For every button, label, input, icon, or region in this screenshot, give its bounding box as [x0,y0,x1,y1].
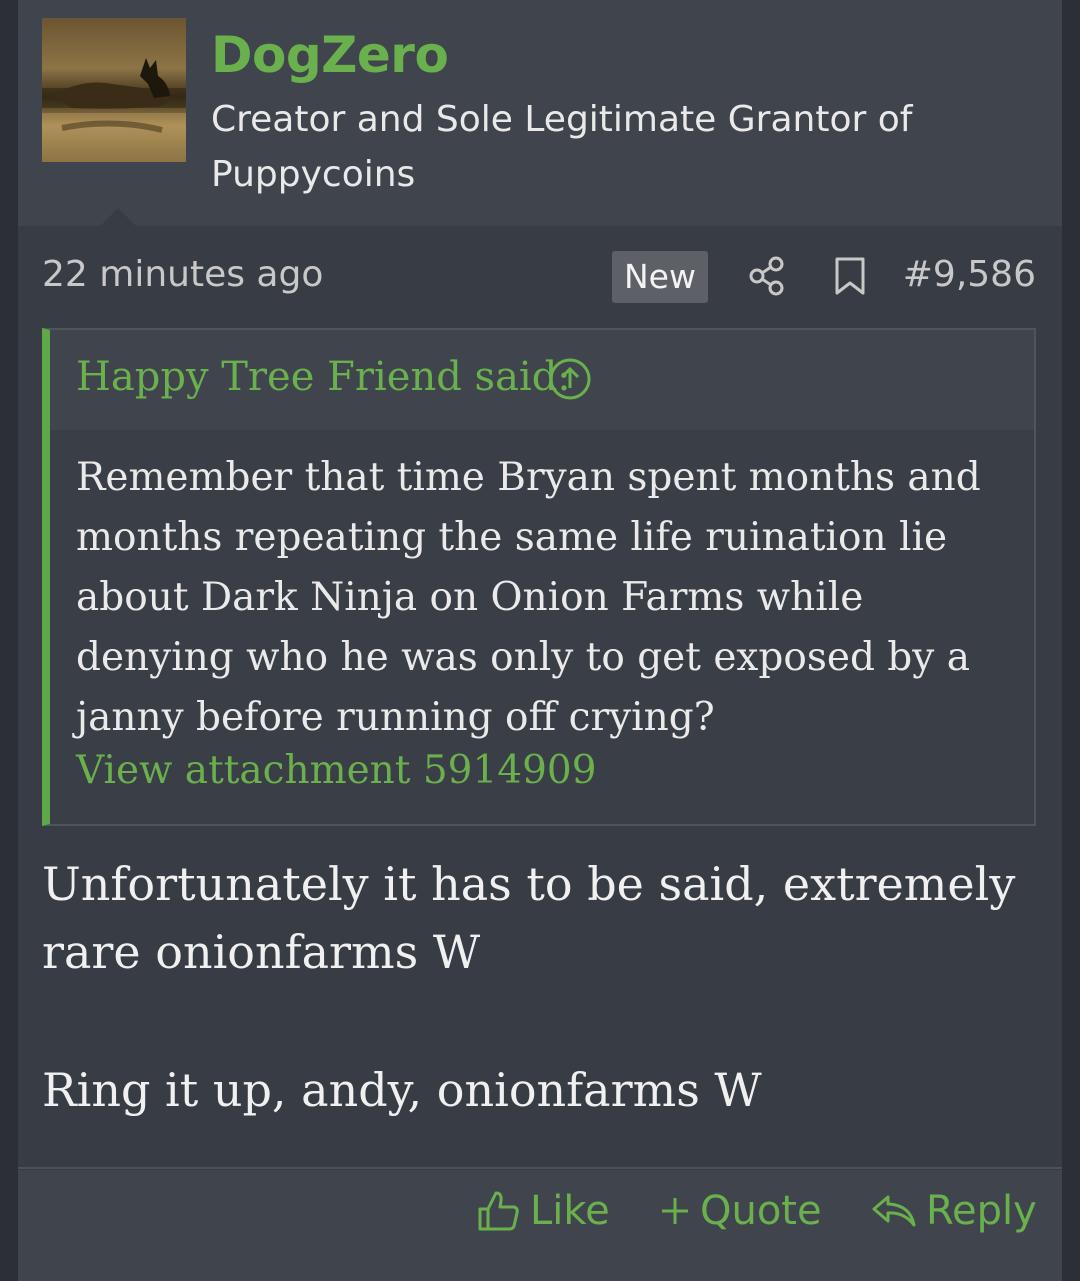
post-number[interactable]: #9,586 [903,254,1036,295]
user-header: DogZero Creator and Sole Legitimate Gran… [18,0,1062,226]
post: DogZero Creator and Sole Legitimate Gran… [0,0,1080,1281]
plus-icon [662,1198,688,1224]
message-line: Ring it up, andy, onionfarms W [42,1063,762,1117]
thumbs-up-icon [478,1191,519,1231]
quote-label: Quote [700,1188,822,1234]
like-button[interactable]: Like [476,1188,610,1234]
post-meta: 22 minutes ago New #9,586 [18,248,1062,306]
quote-block: Happy Tree Friend said: Remember that ti… [42,328,1036,826]
bookmark-icon[interactable] [834,256,866,300]
reply-button[interactable]: Reply [870,1188,1037,1234]
post-timestamp[interactable]: 22 minutes ago [42,254,323,295]
attachment-link[interactable]: View attachment 5914909 [76,748,597,793]
message-body: Unfortunately it has to be said, extreme… [42,850,1032,1124]
quote-author[interactable]: Happy Tree Friend said: [76,354,571,400]
message-line: Unfortunately it has to be said, extreme… [42,857,1016,979]
arrow-up-circle-icon[interactable] [548,357,592,405]
header-pointer [100,208,136,226]
quote-header: Happy Tree Friend said: [50,330,1034,430]
share-icon[interactable] [748,256,786,300]
quote-button[interactable]: Quote [658,1188,822,1234]
divider [18,1167,1062,1169]
new-badge: New [612,251,708,303]
like-label: Like [530,1188,610,1234]
user-title: Creator and Sole Legitimate Grantor of P… [211,99,913,195]
reply-label: Reply [926,1188,1037,1234]
quote-body: Remember that time Bryan spent months an… [76,455,981,740]
post-actions: Like Quote Reply [18,1170,1062,1281]
avatar[interactable] [42,18,186,162]
reply-arrow-icon [872,1195,916,1227]
username[interactable]: DogZero [211,26,449,84]
